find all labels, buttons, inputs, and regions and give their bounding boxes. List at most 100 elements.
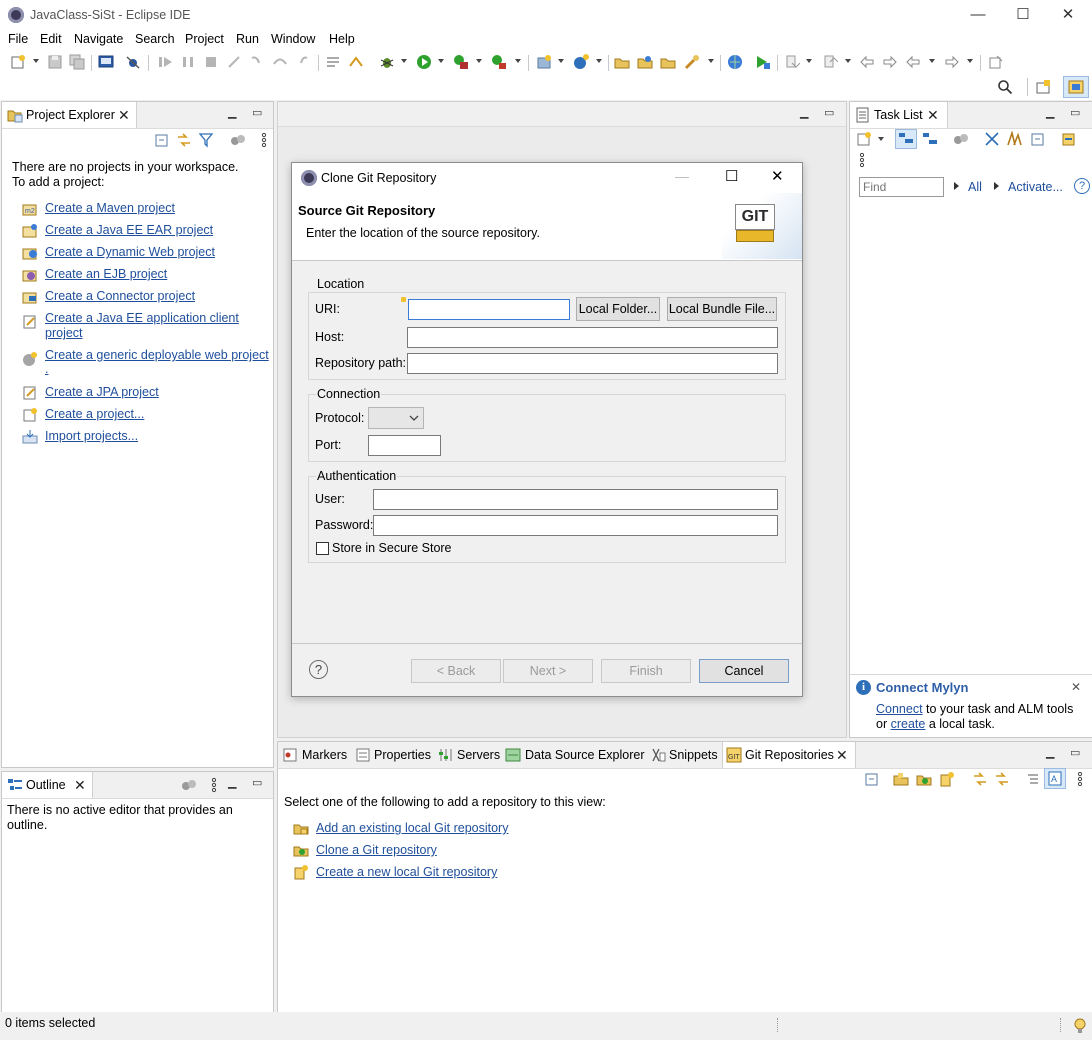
step-return-icon[interactable] (295, 54, 311, 70)
maximize-view-icon[interactable]: ▭ (1070, 746, 1080, 759)
sync-icon[interactable] (953, 131, 969, 147)
view-menu-icon[interactable] (256, 132, 272, 148)
scheduled-icon[interactable] (922, 131, 938, 147)
external-tools-icon[interactable] (491, 54, 507, 70)
new-class-icon[interactable] (573, 54, 589, 70)
finish-button[interactable]: Finish (601, 659, 691, 683)
back-button[interactable]: < Back (411, 659, 501, 683)
open-perspective-icon[interactable] (1035, 79, 1051, 95)
coverage-dropdown-icon[interactable] (476, 59, 482, 63)
next-annotation-dropdown-icon[interactable] (806, 59, 812, 63)
last-edit-location-icon[interactable] (859, 54, 875, 70)
open-task-icon[interactable] (637, 54, 653, 70)
view-menu-icon[interactable] (206, 777, 222, 793)
terminate-icon[interactable] (203, 54, 219, 70)
create-connector-project-link[interactable]: Create a Connector project (45, 289, 195, 303)
close-icon[interactable]: ✕ (927, 107, 939, 124)
maximize-view-icon[interactable]: ▭ (252, 776, 262, 789)
task-find-input[interactable] (859, 177, 944, 197)
new-server-icon[interactable] (536, 54, 552, 70)
password-input[interactable] (373, 515, 778, 536)
new-dropdown-icon[interactable] (33, 59, 39, 63)
dialog-close-button[interactable]: ✕ (771, 167, 784, 185)
help-icon[interactable]: ? (309, 660, 328, 679)
external-tools-dropdown-icon[interactable] (515, 59, 521, 63)
local-folder-button[interactable]: Local Folder... (576, 297, 660, 321)
host-input[interactable] (407, 327, 778, 348)
view-menu-icon[interactable] (854, 152, 870, 168)
forward-dropdown-icon[interactable] (967, 59, 973, 63)
minimize-view-icon[interactable]: ▁ (228, 776, 236, 789)
create-maven-project-link[interactable]: Create a Maven project (45, 201, 175, 215)
step-into-icon[interactable] (249, 54, 265, 70)
step-over-icon[interactable] (272, 54, 288, 70)
port-input[interactable] (368, 435, 441, 456)
collapse-all-icon[interactable] (864, 771, 880, 787)
maximize-view-icon[interactable]: ▭ (824, 106, 834, 119)
collapse-all-icon[interactable] (154, 132, 170, 148)
create-app-client-project-link-cont[interactable]: project (45, 326, 83, 340)
mylyn-create-link[interactable]: create (891, 717, 926, 731)
save-icon[interactable] (47, 54, 63, 70)
view-menu-icon[interactable] (1072, 771, 1088, 787)
java-ee-perspective-button[interactable] (1063, 76, 1089, 98)
menu-search[interactable]: Search (135, 32, 175, 46)
mylyn-connect-link[interactable]: Connect (876, 702, 923, 716)
focus-workweek-icon[interactable] (1006, 130, 1022, 147)
tab-git-repositories[interactable]: GIT Git Repositories ✕ (722, 742, 856, 768)
open-type-icon[interactable] (614, 54, 630, 70)
skip-breakpoints-icon[interactable] (125, 54, 141, 70)
close-button[interactable]: ✕ (1045, 4, 1091, 28)
show-repositories-toggle[interactable]: A (1044, 768, 1066, 789)
minimize-view-icon[interactable]: ▁ (1046, 746, 1054, 759)
dialog-minimize-button[interactable]: — (675, 168, 689, 184)
import-projects-link[interactable]: Import projects... (45, 429, 138, 443)
uri-input[interactable] (408, 299, 570, 320)
tab-properties[interactable]: Properties (374, 748, 431, 762)
new-task-icon[interactable] (856, 131, 872, 147)
link-with-selection-icon[interactable] (994, 771, 1010, 787)
search-tool-dropdown-icon[interactable] (708, 59, 714, 63)
next-annotation-icon[interactable] (784, 54, 801, 70)
new-icon[interactable] (10, 54, 26, 70)
layout-icon[interactable] (1025, 771, 1041, 787)
coverage-icon[interactable] (453, 54, 469, 70)
tab-project-explorer[interactable]: Project Explorer ✕ (2, 102, 137, 128)
sync-icon[interactable] (181, 777, 197, 793)
categorized-toggle[interactable] (895, 129, 917, 149)
minimize-button[interactable]: — (955, 4, 1001, 28)
create-jpa-project-link[interactable]: Create a JPA project (45, 385, 159, 399)
close-icon[interactable]: ✕ (118, 107, 130, 124)
minimize-view-icon[interactable]: ▁ (800, 106, 808, 119)
create-dynamic-web-project-link[interactable]: Create a Dynamic Web project (45, 245, 215, 259)
tab-task-list[interactable]: Task List ✕ (850, 102, 948, 128)
minimize-view-icon[interactable]: ▁ (228, 106, 236, 119)
previous-annotation-dropdown-icon[interactable] (845, 59, 851, 63)
new-task-dropdown-icon[interactable] (878, 137, 884, 141)
create-repo-link[interactable]: Create a new local Git repository (316, 865, 497, 879)
create-repository-icon[interactable] (939, 771, 955, 787)
filter-icon[interactable] (198, 132, 214, 148)
task-activate-link[interactable]: Activate... (1008, 180, 1063, 194)
close-icon[interactable]: ✕ (1071, 680, 1081, 694)
terminal-icon[interactable] (98, 54, 114, 70)
tab-servers[interactable]: Servers (457, 748, 500, 762)
create-project-link[interactable]: Create a project... (45, 407, 144, 421)
disconnect-icon[interactable] (226, 54, 242, 70)
globe-icon[interactable] (727, 54, 743, 70)
lightbulb-icon[interactable] (1072, 1017, 1088, 1035)
task-all-link[interactable]: All (968, 180, 982, 194)
previous-annotation-icon[interactable] (822, 54, 839, 70)
use-step-filters-icon[interactable] (325, 54, 341, 70)
dialog-maximize-button[interactable]: ☐ (725, 167, 738, 185)
debug-icon[interactable] (379, 54, 395, 70)
create-generic-web-project-link[interactable]: Create a generic deployable web project (45, 348, 269, 362)
tab-snippets[interactable]: Snippets (669, 748, 718, 762)
menu-project[interactable]: Project (185, 32, 224, 46)
tab-markers[interactable]: Markers (302, 748, 347, 762)
local-bundle-file-button[interactable]: Local Bundle File... (667, 297, 777, 321)
tab-data-source-explorer[interactable]: Data Source Explorer (525, 748, 645, 762)
clone-repo-link[interactable]: Clone a Git repository (316, 843, 437, 857)
pin-editor-icon[interactable] (988, 54, 1004, 70)
menu-file[interactable]: File (8, 32, 28, 46)
